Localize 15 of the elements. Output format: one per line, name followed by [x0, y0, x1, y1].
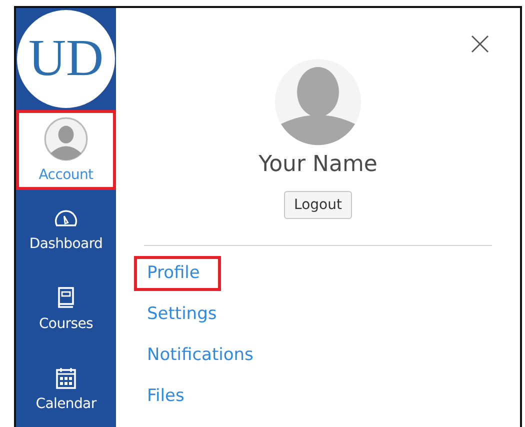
nav-item[interactable]: Account [16, 110, 116, 190]
menu-link[interactable]: Settings [134, 297, 228, 332]
logout-button[interactable]: Logout [284, 191, 352, 219]
menu-link[interactable]: Notifications [134, 338, 264, 373]
menu-link[interactable]: Files [134, 379, 196, 414]
avatar-icon [44, 116, 88, 161]
close-icon[interactable] [470, 34, 490, 54]
avatar-icon [274, 58, 362, 146]
nav-item[interactable]: Courses [16, 269, 116, 350]
logo[interactable]: UD [17, 10, 115, 108]
menu-link[interactable]: Profile [134, 256, 221, 291]
user-name: Your Name [258, 152, 378, 177]
calendar-icon [54, 366, 78, 390]
nav-item[interactable]: Calendar [16, 349, 116, 427]
nav-item[interactable]: Dashboard [16, 190, 116, 270]
